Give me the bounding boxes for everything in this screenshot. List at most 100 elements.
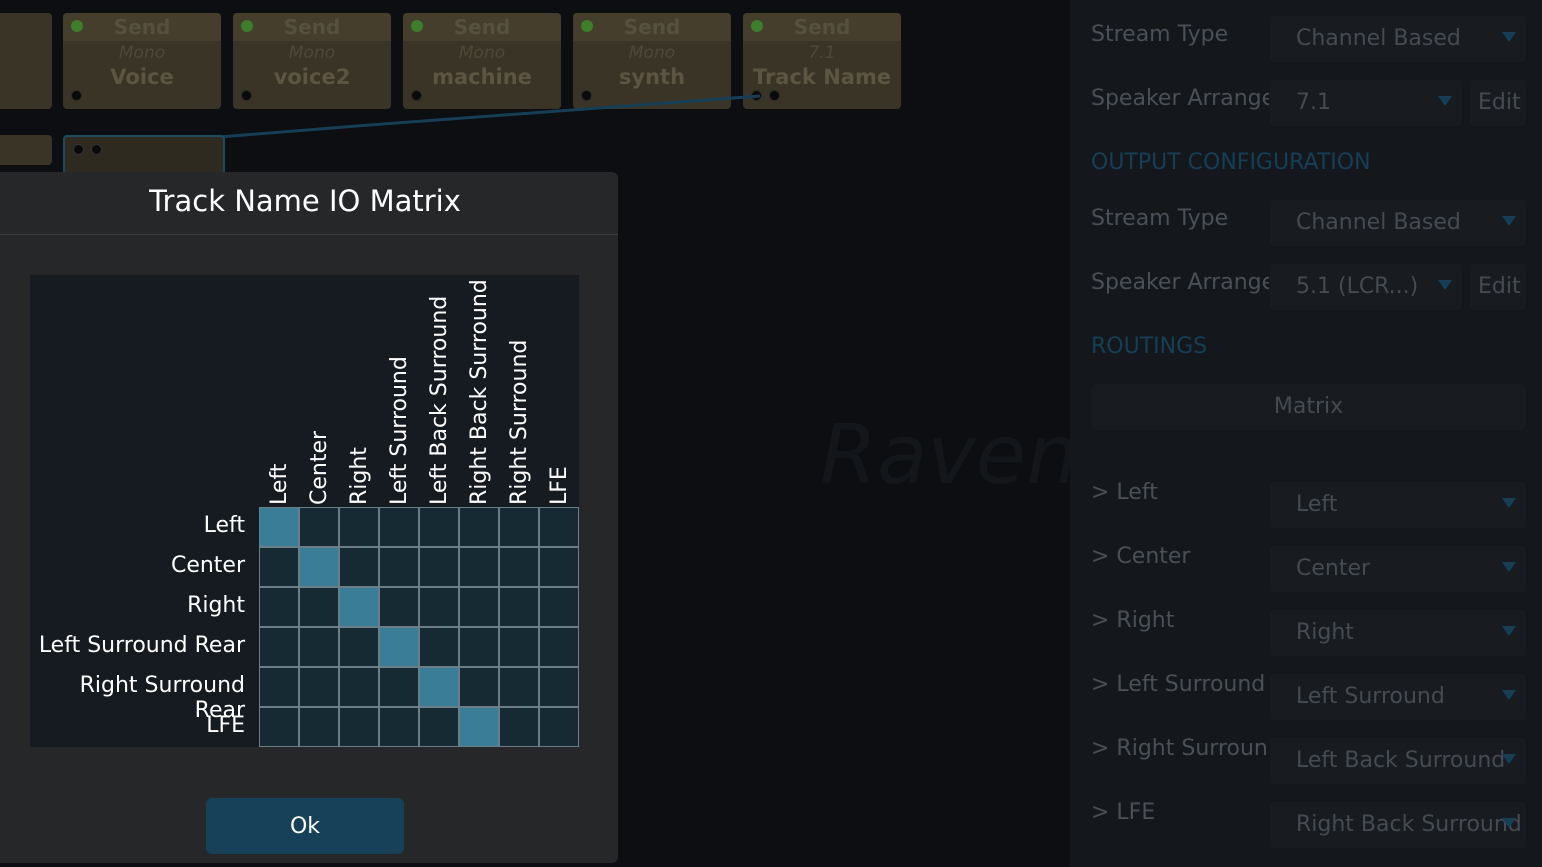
matrix-cell[interactable] bbox=[339, 587, 379, 627]
matrix-cell[interactable] bbox=[419, 507, 459, 547]
matrix-cell[interactable] bbox=[499, 627, 539, 667]
input-port[interactable] bbox=[73, 144, 84, 155]
chevron-down-icon bbox=[1502, 562, 1516, 572]
matrix-cell[interactable] bbox=[299, 507, 339, 547]
matrix-cell[interactable] bbox=[379, 707, 419, 747]
matrix-cell[interactable] bbox=[419, 627, 459, 667]
stream-type-label: Stream Type bbox=[1091, 206, 1229, 231]
matrix-cell[interactable] bbox=[419, 667, 459, 707]
dropdown-value: 7.1 bbox=[1296, 90, 1331, 115]
matrix-cell[interactable] bbox=[459, 587, 499, 627]
matrix-cell[interactable] bbox=[339, 707, 379, 747]
dropdown-value: Center bbox=[1296, 556, 1371, 581]
matrix-cell[interactable] bbox=[419, 707, 459, 747]
matrix-cell[interactable] bbox=[539, 627, 579, 667]
matrix-row-label: Left bbox=[203, 513, 245, 538]
chevron-down-icon bbox=[1502, 32, 1516, 42]
watermark-logo: Ravenn bbox=[820, 408, 1070, 503]
ok-button[interactable]: Ok bbox=[206, 798, 404, 854]
matrix-cell[interactable] bbox=[379, 507, 419, 547]
chevron-down-icon bbox=[1502, 626, 1516, 636]
matrix-cell[interactable] bbox=[499, 667, 539, 707]
matrix-cell[interactable] bbox=[499, 707, 539, 747]
edit-button-label: Edit bbox=[1478, 90, 1521, 115]
routing-source-label: > Center bbox=[1091, 544, 1191, 569]
matrix-cell[interactable] bbox=[459, 507, 499, 547]
speaker-arrangement-label: Speaker Arrange bbox=[1091, 270, 1269, 295]
speaker-arrangement-label: Speaker Arrange bbox=[1091, 86, 1269, 111]
chevron-down-icon bbox=[1502, 754, 1516, 764]
matrix-cell[interactable] bbox=[259, 627, 299, 667]
dropdown-value: Left bbox=[1296, 492, 1338, 517]
input-port[interactable] bbox=[91, 144, 102, 155]
output-configuration-heading: OUTPUT CONFIGURATION bbox=[1091, 150, 1371, 175]
column-label-text: Left Back Surround bbox=[427, 295, 452, 505]
routing-destination-dropdown[interactable]: Left Surround bbox=[1270, 674, 1526, 720]
routing-destination-dropdown[interactable]: Left bbox=[1270, 482, 1526, 528]
column-label-text: Left bbox=[267, 463, 292, 505]
routing-source-label: > Right bbox=[1091, 608, 1175, 633]
matrix-button[interactable]: Matrix bbox=[1091, 384, 1526, 430]
output-speaker-arrangement-dropdown[interactable]: 5.1 (LCR...) bbox=[1270, 264, 1462, 310]
matrix-cell[interactable] bbox=[539, 547, 579, 587]
matrix-cell[interactable] bbox=[259, 667, 299, 707]
chevron-down-icon bbox=[1502, 818, 1516, 828]
matrix-cell[interactable] bbox=[539, 587, 579, 627]
dropdown-value: Channel Based bbox=[1296, 26, 1461, 51]
routing-destination-dropdown[interactable]: Center bbox=[1270, 546, 1526, 592]
matrix-cell[interactable] bbox=[339, 507, 379, 547]
matrix-cell[interactable] bbox=[339, 667, 379, 707]
matrix-cell[interactable] bbox=[539, 707, 579, 747]
matrix-row-label: LFE bbox=[206, 713, 245, 738]
routing-source-label: > Left bbox=[1091, 480, 1158, 505]
stream-type-dropdown[interactable]: Channel Based bbox=[1270, 16, 1526, 62]
chevron-down-icon bbox=[1438, 280, 1452, 290]
speaker-arrangement-dropdown[interactable]: 7.1 bbox=[1270, 80, 1462, 126]
matrix-cell[interactable] bbox=[499, 507, 539, 547]
matrix-cell[interactable] bbox=[379, 547, 419, 587]
matrix-cell[interactable] bbox=[499, 587, 539, 627]
matrix-cell[interactable] bbox=[379, 667, 419, 707]
edit-button[interactable]: Edit bbox=[1470, 80, 1526, 126]
routing-source-label: > Left Surround bbox=[1091, 672, 1266, 697]
matrix-cell[interactable] bbox=[259, 587, 299, 627]
dropdown-value: Channel Based bbox=[1296, 210, 1461, 235]
edit-button[interactable]: Edit bbox=[1470, 264, 1526, 310]
matrix-cell[interactable] bbox=[459, 707, 499, 747]
matrix-cell[interactable] bbox=[499, 547, 539, 587]
matrix-cell[interactable] bbox=[459, 667, 499, 707]
matrix-cell[interactable] bbox=[299, 587, 339, 627]
routing-destination-dropdown[interactable]: Right Back Surround bbox=[1270, 802, 1526, 848]
matrix-row-label: Left Surround Rear bbox=[38, 633, 245, 658]
routings-heading: ROUTINGS bbox=[1091, 334, 1208, 359]
routing-destination-dropdown[interactable]: Left Back Surround bbox=[1270, 738, 1526, 784]
matrix-cell[interactable] bbox=[259, 507, 299, 547]
chevron-down-icon bbox=[1502, 690, 1516, 700]
matrix-cell[interactable] bbox=[379, 587, 419, 627]
matrix-cell[interactable] bbox=[339, 627, 379, 667]
matrix-cell[interactable] bbox=[299, 667, 339, 707]
column-label-text: LFE bbox=[547, 466, 572, 505]
io-matrix-grid: Left Center Right Left Surround Left Back Su… bbox=[30, 275, 579, 747]
matrix-cell[interactable] bbox=[459, 627, 499, 667]
matrix-cell[interactable] bbox=[299, 707, 339, 747]
matrix-cell[interactable] bbox=[339, 547, 379, 587]
output-stream-type-dropdown[interactable]: Channel Based bbox=[1270, 200, 1526, 246]
matrix-cell[interactable] bbox=[299, 547, 339, 587]
matrix-cell[interactable] bbox=[379, 627, 419, 667]
matrix-cell[interactable] bbox=[539, 507, 579, 547]
matrix-cell[interactable] bbox=[419, 547, 459, 587]
matrix-cell[interactable] bbox=[299, 627, 339, 667]
matrix-cell[interactable] bbox=[459, 547, 499, 587]
dropdown-value: Right bbox=[1296, 620, 1354, 645]
matrix-cell[interactable] bbox=[419, 587, 459, 627]
matrix-cell[interactable] bbox=[539, 667, 579, 707]
properties-panel: Stream Type Channel Based Speaker Arrang… bbox=[1070, 0, 1542, 867]
matrix-cell[interactable] bbox=[259, 547, 299, 587]
dropdown-value: Left Back Surround bbox=[1296, 748, 1506, 773]
chevron-down-icon bbox=[1502, 498, 1516, 508]
column-label-text: Right bbox=[347, 447, 372, 505]
routing-destination-dropdown[interactable]: Right bbox=[1270, 610, 1526, 656]
matrix-cell[interactable] bbox=[259, 707, 299, 747]
chevron-down-icon bbox=[1502, 216, 1516, 226]
